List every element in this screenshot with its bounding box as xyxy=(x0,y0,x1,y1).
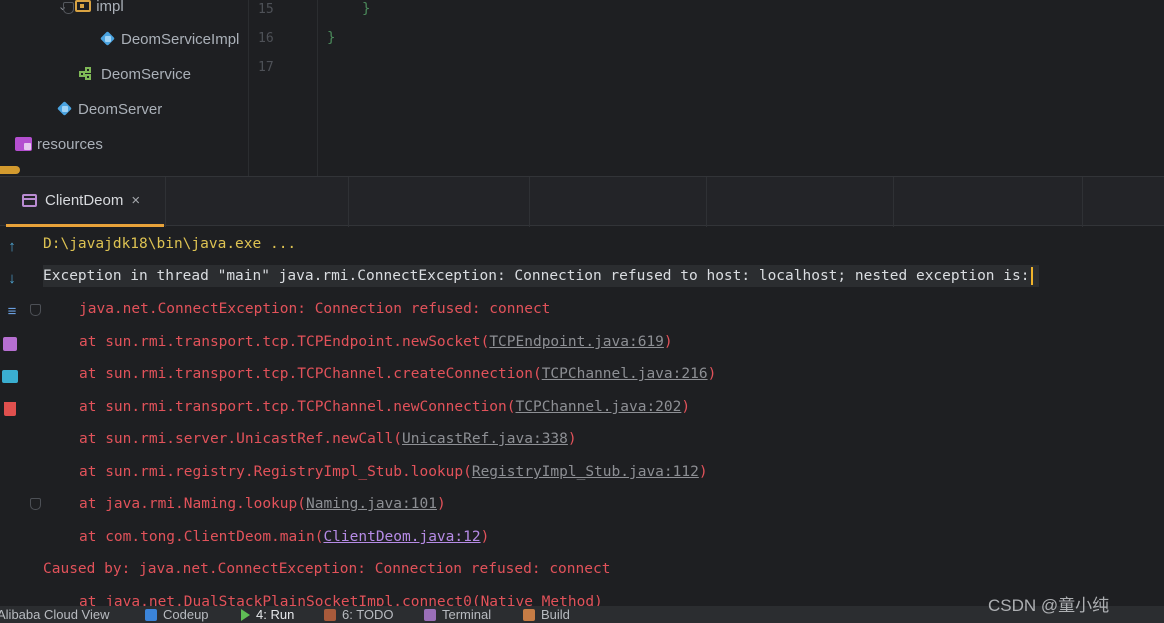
tree-item-deomserver[interactable]: DeomServer xyxy=(57,97,162,121)
frame-end: ) xyxy=(681,399,691,415)
frame-end: ) xyxy=(480,529,490,545)
soft-wrap-icon[interactable]: ≡ xyxy=(2,301,22,321)
fold-marker-icon[interactable] xyxy=(30,304,41,316)
frame-end: ) xyxy=(567,431,577,447)
stack-frame: at sun.rmi.server.UnicastRef.newCall(Uni… xyxy=(79,428,577,450)
tab-clientdeom[interactable]: ClientDeom × xyxy=(6,177,164,227)
stack-frame: at com.tong.ClientDeom.main(ClientDeom.j… xyxy=(79,526,489,548)
tool-button-label: Alibaba Cloud View xyxy=(0,607,110,622)
source-link[interactable]: RegistryImpl_Stub.java:112 xyxy=(472,464,699,480)
tab-divider xyxy=(529,177,530,227)
stack-frame: at sun.rmi.transport.tcp.TCPEndpoint.new… xyxy=(79,331,673,353)
code-line[interactable]: } xyxy=(327,30,335,46)
class-icon xyxy=(100,31,116,47)
arrow-up-icon[interactable]: ↑ xyxy=(2,236,22,256)
folder-icon xyxy=(75,0,92,12)
tool-button-todo[interactable]: 6: TODO xyxy=(324,607,394,622)
tool-button-label: 4: Run xyxy=(256,607,295,622)
console-toolbar: ↑ ↓ ≡ xyxy=(0,227,26,606)
run-icon xyxy=(241,608,250,621)
tree-item-deomservice[interactable]: DeomService xyxy=(79,62,191,86)
line-number: 15 xyxy=(258,2,274,17)
tool-button-label: Codeup xyxy=(163,607,209,622)
tree-item-label: DeomServer xyxy=(78,100,163,118)
trash-icon[interactable] xyxy=(4,402,16,416)
tab-divider xyxy=(893,177,894,227)
text-caret xyxy=(1031,267,1034,285)
close-icon[interactable]: × xyxy=(131,192,140,209)
console-exception-line: Exception in thread "main" java.rmi.Conn… xyxy=(43,265,1040,287)
frame-method: at java.rmi.Naming.lookup( xyxy=(79,496,306,512)
run-tool-window-tabs: ClientDeom × xyxy=(0,176,1164,227)
resources-folder-icon xyxy=(15,137,32,151)
source-link[interactable]: ClientDeom.java:12 xyxy=(323,529,480,545)
stack-frame: at sun.rmi.transport.tcp.TCPChannel.crea… xyxy=(79,363,716,385)
tree-item-label: DeomServiceImpl xyxy=(121,30,240,48)
todo-icon xyxy=(324,608,336,621)
line-number: 16 xyxy=(258,31,274,46)
tool-button-terminal[interactable]: Terminal xyxy=(424,607,491,622)
tree-item-deomserviceimpl[interactable]: DeomServiceImpl xyxy=(100,27,239,51)
stack-frame-partial: at java.net.DualStackPlainSocketImpl.con… xyxy=(79,594,603,606)
print-icon[interactable] xyxy=(2,370,18,383)
fold-marker-icon[interactable] xyxy=(30,498,41,510)
tab-divider xyxy=(706,177,707,227)
tab-divider xyxy=(348,177,349,227)
tree-item-label: resources xyxy=(37,135,103,153)
tool-button-label: Terminal xyxy=(442,607,492,622)
watermark: CSDN @童小纯 xyxy=(988,596,1110,615)
tool-button-run[interactable]: 4: Run xyxy=(241,607,294,622)
project-tree: ⌄ impl DeomServiceImpl DeomService DeomS… xyxy=(0,0,249,176)
source-link[interactable]: TCPChannel.java:216 xyxy=(542,366,708,382)
frame-end: ) xyxy=(436,496,446,512)
tree-item-label: DeomService xyxy=(101,65,192,83)
interface-icon xyxy=(79,67,96,81)
console-caused-by: Caused by: java.net.ConnectException: Co… xyxy=(43,561,611,577)
line-number: 17 xyxy=(258,60,274,75)
stack-frame: at sun.rmi.registry.RegistryImpl_Stub.lo… xyxy=(79,461,708,483)
frame-method: at sun.rmi.transport.tcp.TCPChannel.newC… xyxy=(79,399,516,415)
terminal-icon xyxy=(424,608,436,621)
frame-method: at sun.rmi.transport.tcp.TCPChannel.crea… xyxy=(79,366,542,382)
frame-method: at sun.rmi.server.UnicastRef.newCall( xyxy=(79,431,403,447)
save-output-icon[interactable] xyxy=(3,337,17,351)
frame-end: ) xyxy=(663,334,673,350)
collapsed-item-marker xyxy=(0,166,20,174)
frame-method: at sun.rmi.transport.tcp.TCPEndpoint.new… xyxy=(79,334,490,350)
console-command-line: D:\javajdk18\bin\java.exe ... xyxy=(43,236,297,252)
frame-method: at sun.rmi.registry.RegistryImpl_Stub.lo… xyxy=(79,464,472,480)
build-icon xyxy=(523,608,535,621)
stack-frame: at java.rmi.Naming.lookup(Naming.java:10… xyxy=(79,493,446,515)
tool-button-label: Build xyxy=(541,607,570,622)
class-icon xyxy=(57,101,73,117)
source-link[interactable]: Naming.java:101 xyxy=(306,496,437,512)
code-line[interactable]: } xyxy=(362,1,370,17)
tab-divider xyxy=(165,177,166,227)
tab-divider xyxy=(1082,177,1083,227)
top-panel: ⌄ impl DeomServiceImpl DeomService DeomS… xyxy=(0,0,1164,176)
source-link[interactable]: UnicastRef.java:338 xyxy=(402,431,568,447)
fold-marker-icon[interactable] xyxy=(63,2,74,14)
frame-end: ) xyxy=(698,464,708,480)
tree-item-resources[interactable]: resources xyxy=(15,132,103,156)
tool-button-build[interactable]: Build xyxy=(523,607,570,622)
tool-button-alibaba-cloud-view[interactable]: Alibaba Cloud View xyxy=(0,607,110,622)
editor-gutter: 15 16 17 xyxy=(250,0,318,176)
tree-item-label: impl xyxy=(96,0,124,15)
codeup-icon xyxy=(145,608,157,621)
arrow-down-icon[interactable]: ↓ xyxy=(2,268,22,288)
stack-frame: at sun.rmi.transport.tcp.TCPChannel.newC… xyxy=(79,396,690,418)
console-icon xyxy=(22,194,37,207)
run-console[interactable]: ↑ ↓ ≡ D:\javajdk18\bin\java.exe ... Exce… xyxy=(0,227,1164,606)
source-link[interactable]: TCPEndpoint.java:619 xyxy=(489,334,664,350)
tab-label: ClientDeom xyxy=(45,192,124,209)
tool-button-codeup[interactable]: Codeup xyxy=(145,607,209,622)
tool-button-label: 6: TODO xyxy=(342,607,394,622)
console-nested-exception: java.net.ConnectException: Connection re… xyxy=(79,301,551,317)
frame-end: ) xyxy=(707,366,717,382)
exception-text: Exception in thread "main" java.rmi.Conn… xyxy=(43,268,1030,284)
source-link[interactable]: TCPChannel.java:202 xyxy=(516,399,682,415)
frame-method: at com.tong.ClientDeom.main( xyxy=(79,529,324,545)
